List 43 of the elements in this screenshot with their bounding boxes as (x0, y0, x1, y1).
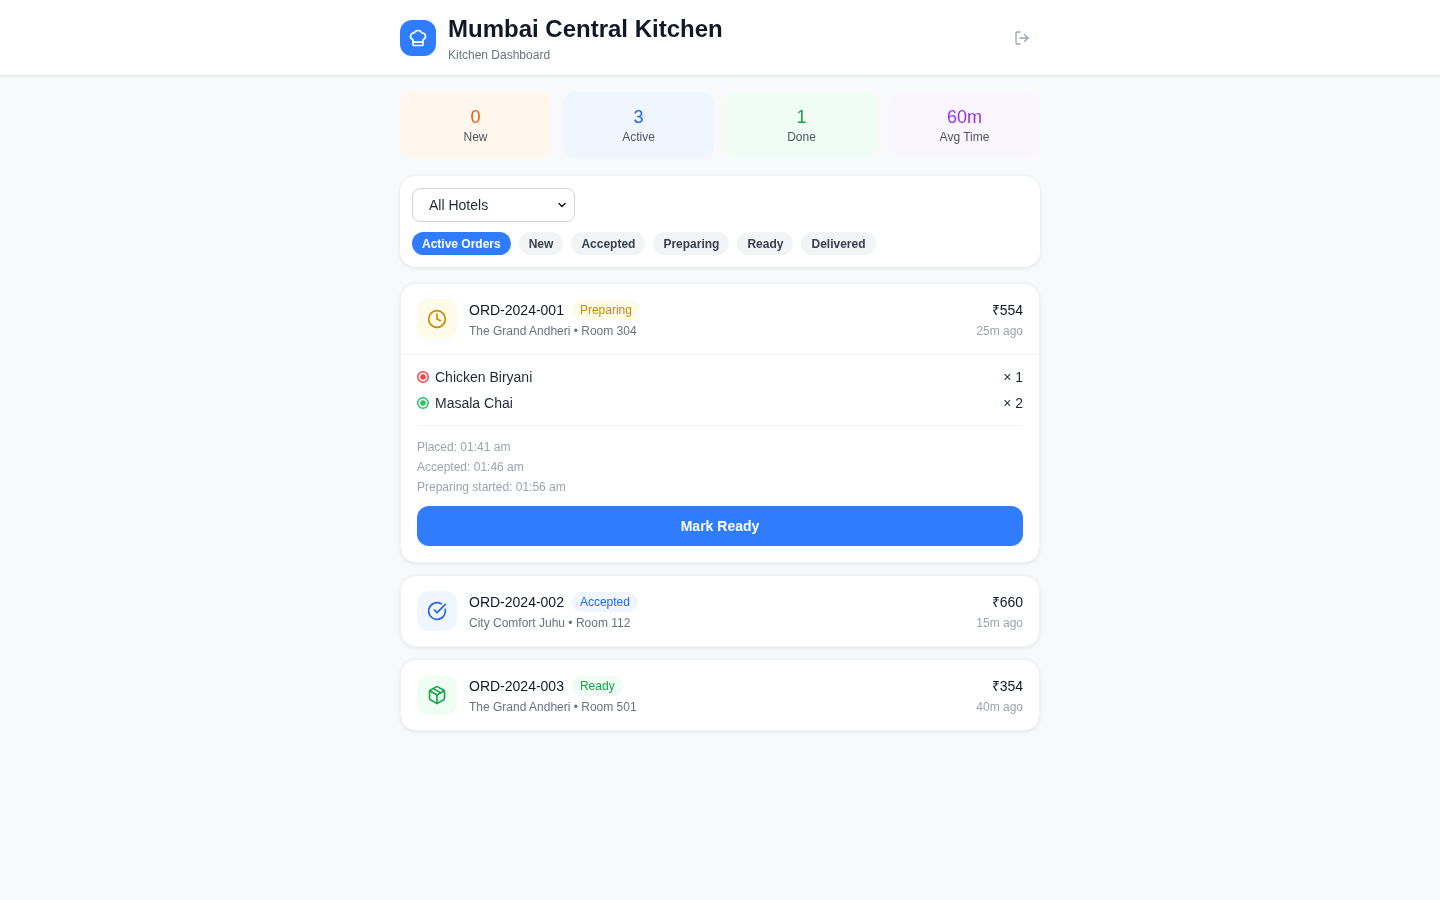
timeline-entry: Preparing started: 01:56 am (417, 479, 567, 495)
status-tab[interactable]: Delivered (801, 232, 876, 255)
order-age: 25m ago (976, 322, 1023, 339)
status-badge: Preparing (571, 299, 640, 320)
stat-label: New (463, 129, 488, 145)
kitchen-title: Mumbai Central Kitchen (448, 15, 724, 43)
item-name: Masala Chai (435, 393, 514, 413)
mark-ready-button[interactable]: Mark Ready (417, 506, 1023, 546)
stat-value: 3 (633, 106, 644, 129)
hotel-select[interactable]: All Hotels (412, 188, 575, 222)
item-quantity: × 2 (1003, 393, 1023, 413)
order-location: The Grand Andheri • Room 501 (469, 698, 638, 715)
kitchen-subtitle: Kitchen Dashboard (448, 47, 552, 63)
order-location: The Grand Andheri • Room 304 (469, 322, 638, 339)
stat-label: Avg Time (939, 129, 990, 145)
order-age: 15m ago (976, 614, 1023, 631)
order-location: City Comfort Juhu • Room 112 (469, 614, 632, 631)
status-tab[interactable]: Ready (737, 232, 794, 255)
stat-value: 1 (796, 106, 807, 129)
status-badge: Ready (571, 675, 623, 696)
order-total: ₹354 (991, 676, 1023, 696)
status-tab[interactable]: Active Orders (412, 232, 511, 255)
timeline-entry: Accepted: 01:46 am (417, 459, 525, 475)
status-badge: Accepted (571, 591, 638, 612)
item-name: Chicken Biryani (435, 367, 534, 387)
clock-icon (417, 299, 457, 339)
status-tab[interactable]: Preparing (653, 232, 730, 255)
order-id: ORD-2024-003 (469, 676, 564, 696)
package-icon (417, 675, 457, 715)
stat-label: Done (787, 129, 816, 145)
status-tab[interactable]: New (518, 232, 564, 255)
order-id: ORD-2024-002 (469, 592, 564, 612)
order-age: 40m ago (976, 698, 1023, 715)
stat-value: 60m (947, 106, 982, 129)
chef-hat-icon (400, 19, 436, 56)
status-tab[interactable]: Accepted (571, 232, 646, 255)
stat-label: Active (622, 129, 655, 145)
item-quantity: × 1 (1003, 367, 1023, 387)
timeline-entry: Placed: 01:41 am (417, 439, 512, 455)
order-id: ORD-2024-001 (469, 300, 564, 320)
order-total: ₹660 (991, 592, 1023, 612)
stat-value: 0 (470, 106, 481, 129)
order-total: ₹554 (991, 300, 1023, 320)
